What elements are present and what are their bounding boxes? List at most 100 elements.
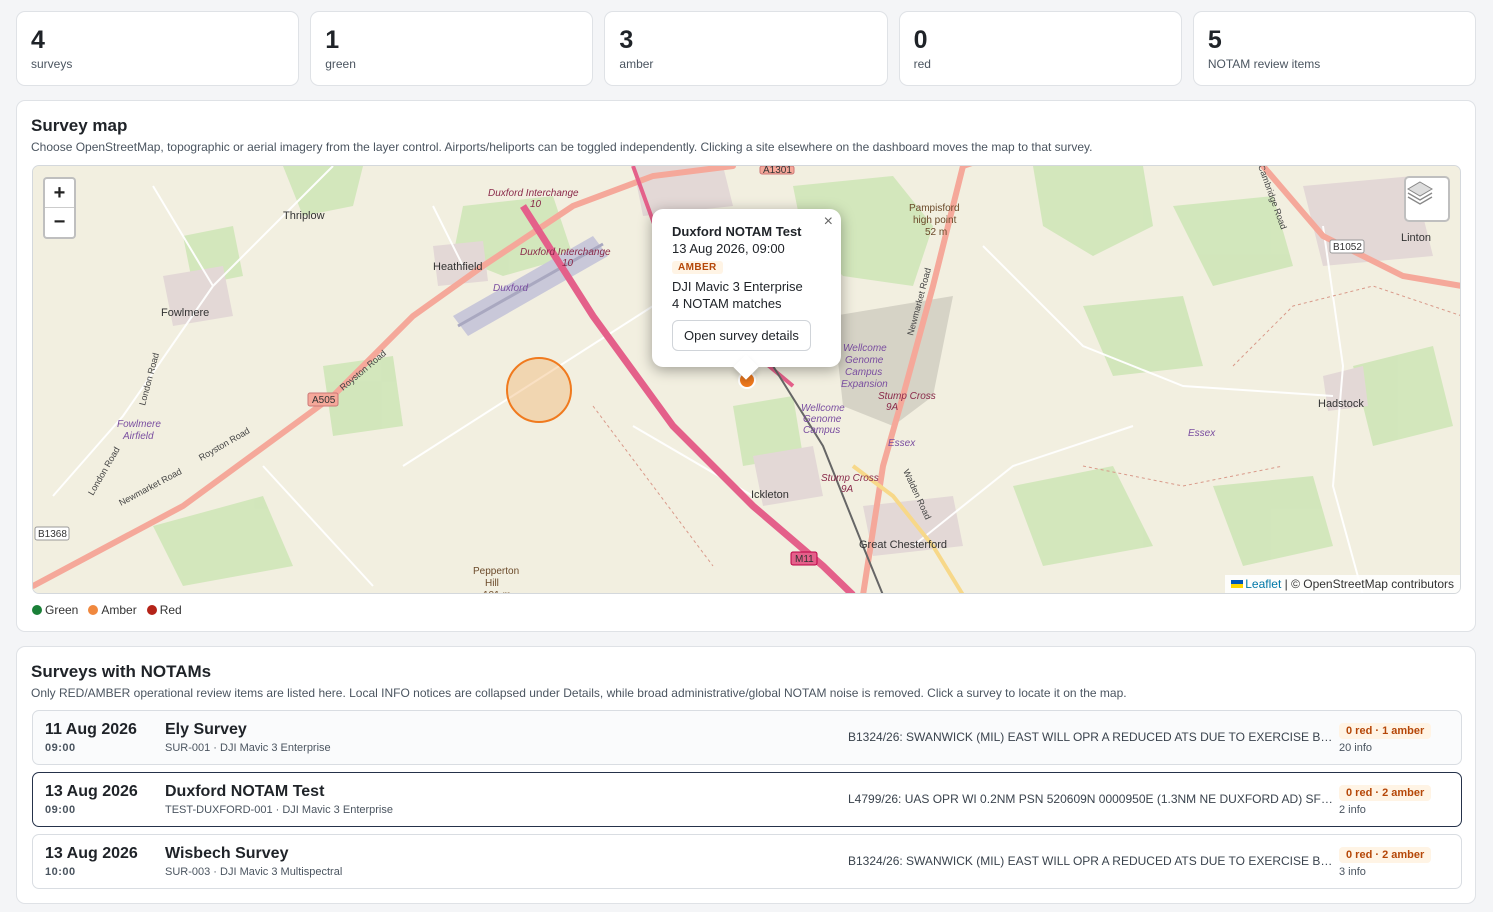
svg-text:Fowlmere: Fowlmere [161,307,209,319]
notam-summary: B1324/26: SWANWICK (MIL) EAST WILL OPR A… [848,730,1333,744]
info-count: 2 info [1339,804,1366,816]
map-legend: Green Amber Red [32,603,182,617]
survey-meta: TEST-DUXFORD-001 · DJI Mavic 3 Enterpris… [165,804,393,816]
svg-text:Pepperton: Pepperton [473,566,519,577]
ukraine-flag-icon [1231,580,1244,588]
status-badge: 0 red · 2 amber [1339,785,1432,801]
popup-title: Duxford NOTAM Test [672,224,802,239]
notam-summary: B1324/26: SWANWICK (MIL) EAST WILL OPR A… [848,854,1333,868]
stat-surveys: 4 surveys [16,11,300,86]
close-icon[interactable]: × [824,213,833,231]
svg-text:9A: 9A [886,402,899,413]
svg-text:101 m: 101 m [483,590,511,594]
survey-name: Wisbech Survey [165,845,289,862]
svg-text:10: 10 [530,199,542,210]
survey-name: Duxford NOTAM Test [165,783,325,800]
svg-text:Hill: Hill [485,578,499,589]
svg-text:9A: 9A [841,484,854,495]
stat-label: green [325,57,356,71]
popup-datetime: 13 Aug 2026, 09:00 [672,241,785,256]
section-subtitle: Choose OpenStreetMap, topographic or aer… [31,140,1093,154]
zoom-out-button[interactable]: − [45,208,74,237]
status-badge: 0 red · 1 amber [1339,723,1432,739]
svg-text:Expansion: Expansion [841,379,888,390]
zoom-in-button[interactable]: + [45,179,74,208]
attribution-text: | © OpenStreetMap contributors [1281,577,1454,591]
svg-text:B1052: B1052 [1333,242,1362,253]
layers-icon [1407,181,1433,205]
amber-dot-icon [88,605,99,615]
zoom-control: + − [43,177,76,239]
layers-button[interactable] [1404,176,1450,222]
stat-number: 4 [31,26,45,54]
map-attribution: Leaflet | © OpenStreetMap contributors [1225,575,1460,593]
svg-text:Fowlmere: Fowlmere [117,419,161,430]
svg-text:Hadstock: Hadstock [1318,398,1364,410]
stat-green: 1 green [310,11,594,86]
svg-text:Ickleton: Ickleton [751,489,789,501]
survey-meta: SUR-001 · DJI Mavic 3 Enterprise [165,742,331,754]
survey-time: 09:00 [45,804,76,816]
survey-date: 13 Aug 2026 [45,845,138,862]
green-dot-icon [32,605,42,615]
survey-map-card: Survey map Choose OpenStreetMap, topogra… [16,100,1476,632]
svg-text:Great Chesterford: Great Chesterford [859,539,947,551]
svg-text:Airfield: Airfield [122,431,154,442]
popup-matches: 4 NOTAM matches [672,296,782,311]
svg-text:Duxford Interchange: Duxford Interchange [488,188,579,199]
stat-label: surveys [31,57,73,71]
svg-text:Essex: Essex [888,438,916,449]
legend-item-amber: Amber [88,603,137,617]
svg-text:A1301: A1301 [763,166,792,176]
info-count: 20 info [1339,742,1373,754]
section-title: Survey map [31,116,128,135]
surveys-with-notams-card: Surveys with NOTAMs Only RED/AMBER opera… [16,646,1476,904]
svg-text:Heathfield: Heathfield [433,261,483,273]
svg-text:Campus: Campus [845,367,882,378]
info-count: 3 info [1339,866,1366,878]
stat-number: 3 [619,26,634,54]
svg-text:A505: A505 [312,395,336,406]
stat-red: 0 red [898,11,1182,86]
svg-text:Stump Cross: Stump Cross [821,473,879,484]
survey-row-ely[interactable]: 11 Aug 2026 09:00 Ely Survey SUR-001 · D… [32,710,1462,765]
legend-item-green: Green [32,603,78,617]
stat-amber: 3 amber [604,11,888,86]
survey-row-duxford[interactable]: 13 Aug 2026 09:00 Duxford NOTAM Test TES… [32,772,1462,827]
svg-text:Stump Cross: Stump Cross [878,391,936,402]
svg-text:Duxford Interchange: Duxford Interchange [520,247,611,258]
status-badge: AMBER [672,261,723,274]
svg-text:Wellcome: Wellcome [801,403,845,414]
svg-text:M11: M11 [795,554,814,565]
map-view[interactable]: Thriplow Heathfield Fowlmere Hadstock Ic… [32,165,1461,594]
stat-number: 5 [1207,26,1222,54]
section-title: Surveys with NOTAMs [31,662,212,681]
svg-text:Pampisford: Pampisford [909,203,960,214]
survey-meta: SUR-003 · DJI Mavic 3 Multispectral [165,866,343,878]
stat-notam-review: 5 NOTAM review items [1192,11,1477,86]
survey-date: 11 Aug 2026 [45,721,137,738]
survey-row-wisbech[interactable]: 13 Aug 2026 10:00 Wisbech Survey SUR-003… [32,834,1462,889]
survey-name: Ely Survey [165,721,247,738]
status-badge: 0 red · 2 amber [1339,847,1432,863]
svg-text:10: 10 [562,258,574,269]
legend-item-red: Red [146,603,182,617]
svg-text:52 m: 52 m [925,227,947,238]
svg-text:Campus: Campus [803,425,840,436]
svg-text:Essex: Essex [1188,428,1216,439]
svg-text:B1368: B1368 [38,529,67,540]
leaflet-link[interactable]: Leaflet [1245,577,1281,591]
svg-text:Duxford: Duxford [493,283,528,294]
svg-text:Genome: Genome [803,414,842,425]
open-survey-details-button[interactable]: Open survey details [672,320,811,351]
survey-date: 13 Aug 2026 [45,783,138,800]
svg-text:high point: high point [913,215,957,226]
stat-label: amber [619,57,654,71]
survey-time: 09:00 [45,742,76,754]
stats-bar: 4 surveys 1 green 3 amber 0 red 5 NOTAM … [16,11,1477,86]
stat-label: NOTAM review items [1207,57,1321,71]
red-dot-icon [146,605,157,615]
stat-number: 0 [913,26,928,54]
svg-text:Wellcome: Wellcome [843,343,887,354]
svg-text:Genome: Genome [845,355,884,366]
